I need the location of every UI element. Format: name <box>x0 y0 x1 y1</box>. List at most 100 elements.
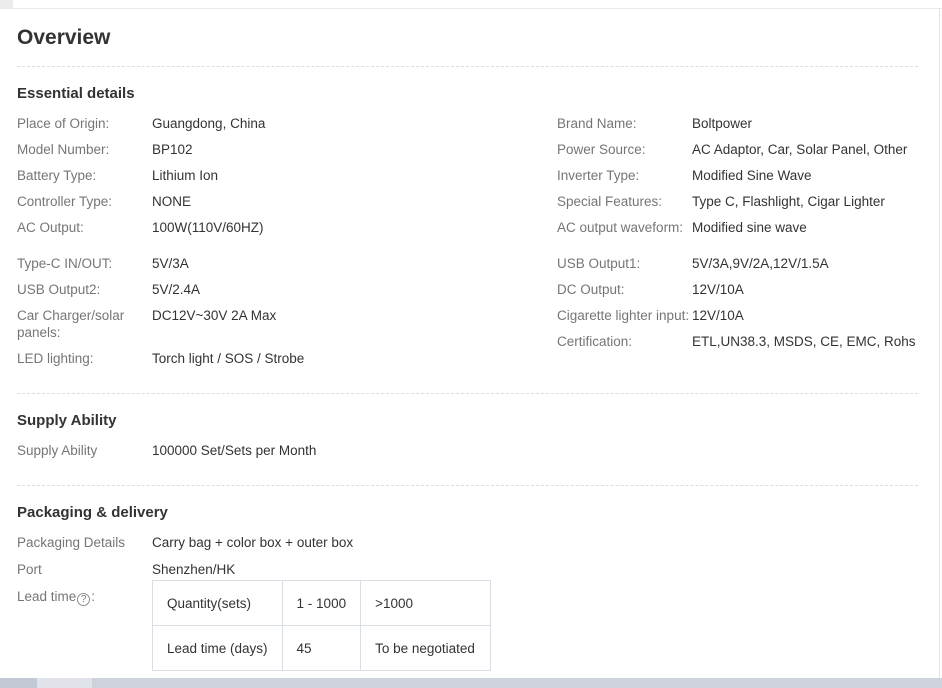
field-value: DC12V~30V 2A Max <box>152 308 277 323</box>
detail-row: Inverter Type: Modified Sine Wave <box>557 167 918 184</box>
essential-details-group2: Type-C IN/OUT: 5V/3A USB Output2: 5V/2.4… <box>17 255 918 376</box>
field-label: Packaging Details <box>17 535 126 550</box>
field-value: 12V/10A <box>692 282 744 297</box>
content: Overview Essential details Place of Orig… <box>0 26 942 671</box>
detail-row: Special Features: Type C, Flashlight, Ci… <box>557 193 918 210</box>
field-label: Car Charger/solar panels: <box>17 308 125 340</box>
field-value: 5V/3A <box>152 256 189 271</box>
field-value: Carry bag + color box + outer box <box>152 535 354 550</box>
table-row: Lead time (days) 45 To be negotiated <box>152 625 492 671</box>
detail-row: AC output waveform: Modified sine wave <box>557 219 918 236</box>
scrollbar-left-segment[interactable] <box>0 678 37 688</box>
packaging-delivery-heading: Packaging & delivery <box>17 504 168 521</box>
field-label: Battery Type: <box>17 168 97 183</box>
field-value: 100W(110V/60HZ) <box>152 220 264 235</box>
field-label: Inverter Type: <box>557 168 640 183</box>
field-label: LED lighting: <box>17 351 94 366</box>
field-label: Model Number: <box>17 142 110 157</box>
field-label: Port <box>17 562 42 577</box>
field-label: USB Output2: <box>17 282 101 297</box>
details-column-left: Type-C IN/OUT: 5V/3A USB Output2: 5V/2.4… <box>17 255 557 376</box>
lead-time-label-text: Lead time <box>17 589 77 604</box>
horizontal-scrollbar[interactable] <box>0 678 942 688</box>
product-overview-page: Overview Essential details Place of Orig… <box>0 0 942 688</box>
field-label: AC output waveform: <box>557 220 684 235</box>
help-icon[interactable]: ? <box>77 593 91 606</box>
lead-time-row: Lead time?: Quantity(sets) 1 - 1000 >100… <box>17 580 918 671</box>
field-label: Place of Origin: <box>17 116 110 131</box>
table-header-cell: Quantity(sets) <box>152 580 283 626</box>
field-value: Boltpower <box>692 116 753 131</box>
field-label: Certification: <box>557 334 633 349</box>
table-cell: Lead time (days) <box>152 625 283 671</box>
divider <box>17 393 918 394</box>
field-value: Shenzhen/HK <box>152 562 236 577</box>
field-value: AC Adaptor, Car, Solar Panel, Other <box>692 142 908 157</box>
field-value: Modified sine wave <box>692 220 807 235</box>
detail-row: Power Source: AC Adaptor, Car, Solar Pan… <box>557 141 918 158</box>
detail-row: Place of Origin: Guangdong, China <box>17 115 557 132</box>
supply-ability-row: Supply Ability 100000 Set/Sets per Month <box>17 442 918 459</box>
page-title: Overview <box>17 26 111 49</box>
detail-row: Battery Type: Lithium Ion <box>17 167 557 184</box>
table-header-cell: 1 - 1000 <box>281 580 362 626</box>
field-value: 100000 Set/Sets per Month <box>152 443 317 458</box>
table-row: Quantity(sets) 1 - 1000 >1000 <box>152 580 492 626</box>
field-label: Power Source: <box>557 142 646 157</box>
top-border <box>0 8 942 9</box>
detail-row: LED lighting: Torch light / SOS / Strobe <box>17 350 557 367</box>
field-value: NONE <box>152 194 192 209</box>
field-value: Guangdong, China <box>152 116 266 131</box>
field-value: 5V/3A,9V/2A,12V/1.5A <box>692 256 829 271</box>
divider <box>17 485 918 486</box>
field-value: Lithium Ion <box>152 168 219 183</box>
packaging-rows: Packaging Details Carry bag + color box … <box>17 534 918 671</box>
detail-row: Model Number: BP102 <box>17 141 557 158</box>
table-cell: To be negotiated <box>360 625 492 671</box>
right-border <box>939 8 940 678</box>
field-label: Supply Ability <box>17 443 98 458</box>
detail-row: USB Output1: 5V/3A,9V/2A,12V/1.5A <box>557 255 918 272</box>
table-cell: 45 <box>281 625 362 671</box>
field-label: Brand Name: <box>557 116 637 131</box>
field-value: 5V/2.4A <box>152 282 201 297</box>
field-label: USB Output1: <box>557 256 641 271</box>
detail-row: Type-C IN/OUT: 5V/3A <box>17 255 557 272</box>
details-column-left: Place of Origin: Guangdong, China Model … <box>17 115 557 245</box>
detail-row: Car Charger/solar panels: DC12V~30V 2A M… <box>17 307 557 341</box>
details-column-right: Brand Name: Boltpower Power Source: AC A… <box>557 115 918 245</box>
essential-details-heading: Essential details <box>17 85 135 102</box>
field-value: Type C, Flashlight, Cigar Lighter <box>692 194 885 209</box>
field-label: Type-C IN/OUT: <box>17 256 113 271</box>
lead-time-colon: : <box>91 589 96 604</box>
table-header-cell: >1000 <box>360 580 492 626</box>
corner-block <box>0 0 13 8</box>
lead-time-label: Lead time?: <box>17 588 152 606</box>
field-value: Modified Sine Wave <box>692 168 812 183</box>
detail-row: Brand Name: Boltpower <box>557 115 918 132</box>
port-row: Port Shenzhen/HK <box>17 561 918 578</box>
field-value: BP102 <box>152 142 193 157</box>
detail-row: Cigarette lighter input: 12V/10A <box>557 307 918 324</box>
detail-row: DC Output: 12V/10A <box>557 281 918 298</box>
field-label: Cigarette lighter input: <box>557 308 690 323</box>
field-label: Controller Type: <box>17 194 113 209</box>
field-value: 12V/10A <box>692 308 744 323</box>
detail-row: AC Output: 100W(110V/60HZ) <box>17 219 557 236</box>
scrollbar-thumb[interactable] <box>37 678 92 688</box>
field-value: ETL,UN38.3, MSDS, CE, EMC, Rohs <box>692 334 916 349</box>
details-column-right: USB Output1: 5V/3A,9V/2A,12V/1.5A DC Out… <box>557 255 918 376</box>
detail-row: USB Output2: 5V/2.4A <box>17 281 557 298</box>
essential-details-group1: Place of Origin: Guangdong, China Model … <box>17 115 918 245</box>
detail-row: Controller Type: NONE <box>17 193 557 210</box>
detail-row: Certification: ETL,UN38.3, MSDS, CE, EMC… <box>557 333 918 350</box>
field-label: Special Features: <box>557 194 663 209</box>
lead-time-table-wrap: Quantity(sets) 1 - 1000 >1000 Lead time … <box>152 580 918 671</box>
lead-time-table: Quantity(sets) 1 - 1000 >1000 Lead time … <box>152 580 492 671</box>
field-value: Torch light / SOS / Strobe <box>152 351 305 366</box>
field-label: AC Output: <box>17 220 84 235</box>
divider <box>17 66 918 67</box>
field-label: DC Output: <box>557 282 625 297</box>
supply-ability-heading: Supply Ability <box>17 412 117 429</box>
packaging-details-row: Packaging Details Carry bag + color box … <box>17 534 918 551</box>
